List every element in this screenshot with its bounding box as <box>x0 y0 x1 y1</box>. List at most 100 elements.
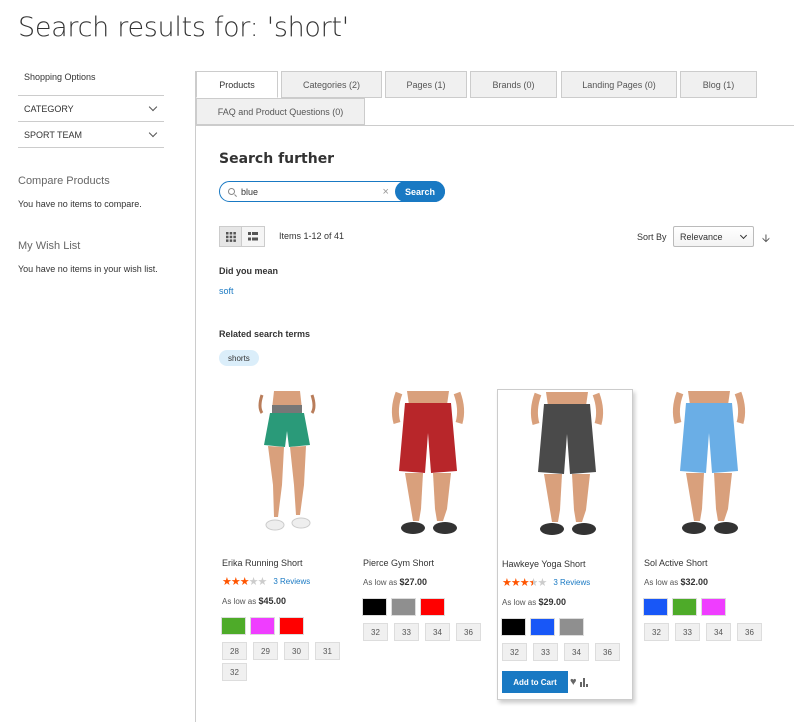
reviews-link[interactable]: 3 Reviews <box>553 578 590 587</box>
rating-stars: ★★★★★ <box>502 576 547 589</box>
product-item[interactable]: Sol Active Short As low as $32.00 32 33 34 36 <box>640 389 776 644</box>
chevron-down-icon <box>148 128 158 137</box>
filter-category[interactable]: CATEGORY <box>18 96 164 122</box>
color-swatch[interactable] <box>392 599 415 615</box>
search-further-heading: Search further <box>219 151 335 167</box>
size-swatch[interactable]: 33 <box>533 643 558 661</box>
color-swatches <box>363 599 495 615</box>
color-swatch[interactable] <box>531 619 554 635</box>
did-you-mean-link[interactable]: soft <box>219 286 234 296</box>
product-item[interactable]: Hawkeye Yoga Short ★★★★★ 3 Reviews As low a… <box>497 389 633 700</box>
size-swatch[interactable]: 31 <box>315 642 340 660</box>
product-image[interactable] <box>359 389 495 549</box>
product-image[interactable] <box>218 389 354 549</box>
filter-label: CATEGORY <box>24 103 74 114</box>
product-item[interactable]: Erika Running Short ★★★★★ 3 Reviews As low … <box>218 389 354 684</box>
color-swatch[interactable] <box>644 599 667 615</box>
product-name[interactable]: Hawkeye Yoga Short <box>502 559 632 569</box>
size-swatch[interactable]: 34 <box>425 623 450 641</box>
clear-icon[interactable]: × <box>383 186 389 198</box>
size-swatch[interactable]: 34 <box>706 623 731 641</box>
size-swatch[interactable]: 32 <box>644 623 669 641</box>
product-rating: ★★★★★ 3 Reviews <box>222 575 354 588</box>
price-value: $27.00 <box>399 577 427 587</box>
product-image[interactable] <box>498 390 634 550</box>
sort-select[interactable]: Relevance <box>673 226 754 247</box>
size-swatch[interactable]: 36 <box>456 623 481 641</box>
sort-direction-icon[interactable]: 🡫 <box>762 230 770 249</box>
color-swatches <box>502 619 632 635</box>
reviews-link[interactable]: 3 Reviews <box>273 577 310 586</box>
add-to-cart-button[interactable]: Add to Cart <box>502 671 568 693</box>
filter-label: SPORT TEAM <box>24 129 83 140</box>
sort-value: Relevance <box>680 231 723 242</box>
size-swatch[interactable]: 32 <box>502 643 527 661</box>
price-prefix: As low as <box>222 597 257 606</box>
list-view-button[interactable] <box>242 226 265 247</box>
compare-empty-text: You have no items to compare. <box>18 199 142 209</box>
related-term-tag[interactable]: shorts <box>219 350 259 366</box>
product-item[interactable]: Pierce Gym Short As low as $27.00 32 33 34 36 <box>359 389 495 644</box>
chevron-down-icon <box>148 102 158 111</box>
wishlist-title: My Wish List <box>18 240 81 252</box>
shopping-options-title: Shopping Options <box>18 66 164 96</box>
grid-view-button[interactable] <box>219 226 242 247</box>
size-swatch[interactable]: 33 <box>675 623 700 641</box>
list-icon <box>248 232 258 241</box>
product-price: As low as $45.00 <box>222 596 354 606</box>
color-swatches <box>644 599 776 615</box>
wishlist-empty-text: You have no items in your wish list. <box>18 264 158 274</box>
price-prefix: As low as <box>502 598 537 607</box>
product-image[interactable] <box>640 389 776 549</box>
size-swatch[interactable]: 34 <box>564 643 589 661</box>
size-swatch[interactable]: 36 <box>595 643 620 661</box>
price-value: $45.00 <box>258 596 286 606</box>
tab-faq[interactable]: FAQ and Product Questions (0) <box>196 98 365 125</box>
price-prefix: As low as <box>363 578 398 587</box>
shorts-product-photo <box>672 391 746 534</box>
color-swatches <box>222 618 354 634</box>
product-rating: ★★★★★ 3 Reviews <box>502 576 632 589</box>
sidebar: Shopping Options CATEGORY SPORT TEAM Com… <box>18 66 164 274</box>
product-price: As low as $32.00 <box>644 577 776 587</box>
color-swatch[interactable] <box>222 618 245 634</box>
product-name[interactable]: Erika Running Short <box>222 558 354 568</box>
search-button[interactable]: Search <box>394 181 445 202</box>
color-swatch[interactable] <box>702 599 725 615</box>
compare-icon[interactable] <box>579 677 589 687</box>
tab-pages[interactable]: Pages (1) <box>385 71 467 98</box>
tab-categories[interactable]: Categories (2) <box>281 71 382 98</box>
size-swatch[interactable]: 29 <box>253 642 278 660</box>
tab-brands[interactable]: Brands (0) <box>470 71 557 98</box>
product-price: As low as $29.00 <box>502 597 632 607</box>
color-swatch[interactable] <box>502 619 525 635</box>
tab-products[interactable]: Products <box>196 71 278 98</box>
filter-sport-team[interactable]: SPORT TEAM <box>18 122 164 148</box>
color-swatch[interactable] <box>251 618 274 634</box>
search-input[interactable]: blue × Search <box>219 181 445 202</box>
product-name[interactable]: Pierce Gym Short <box>363 558 495 568</box>
color-swatch[interactable] <box>421 599 444 615</box>
color-swatch[interactable] <box>673 599 696 615</box>
search-value[interactable]: blue <box>241 187 383 197</box>
color-swatch[interactable] <box>560 619 583 635</box>
rating-stars: ★★★★★ <box>222 575 267 588</box>
size-swatches: 32 33 34 36 <box>644 623 774 644</box>
items-count: Items 1-12 of 41 <box>279 231 345 241</box>
size-swatch[interactable]: 32 <box>222 663 247 681</box>
related-terms-label: Related search terms <box>219 329 311 339</box>
product-price: As low as $27.00 <box>363 577 495 587</box>
product-name[interactable]: Sol Active Short <box>644 558 776 568</box>
tab-blog[interactable]: Blog (1) <box>680 71 757 98</box>
size-swatch[interactable]: 36 <box>737 623 762 641</box>
size-swatch[interactable]: 28 <box>222 642 247 660</box>
color-swatch[interactable] <box>363 599 386 615</box>
did-you-mean-label: Did you mean <box>219 266 279 276</box>
size-swatch[interactable]: 33 <box>394 623 419 641</box>
size-swatches: 32 33 34 36 <box>363 623 493 644</box>
wishlist-heart-icon[interactable]: ♥ <box>570 676 577 688</box>
size-swatch[interactable]: 32 <box>363 623 388 641</box>
size-swatch[interactable]: 30 <box>284 642 309 660</box>
color-swatch[interactable] <box>280 618 303 634</box>
tab-landing-pages[interactable]: Landing Pages (0) <box>561 71 677 98</box>
